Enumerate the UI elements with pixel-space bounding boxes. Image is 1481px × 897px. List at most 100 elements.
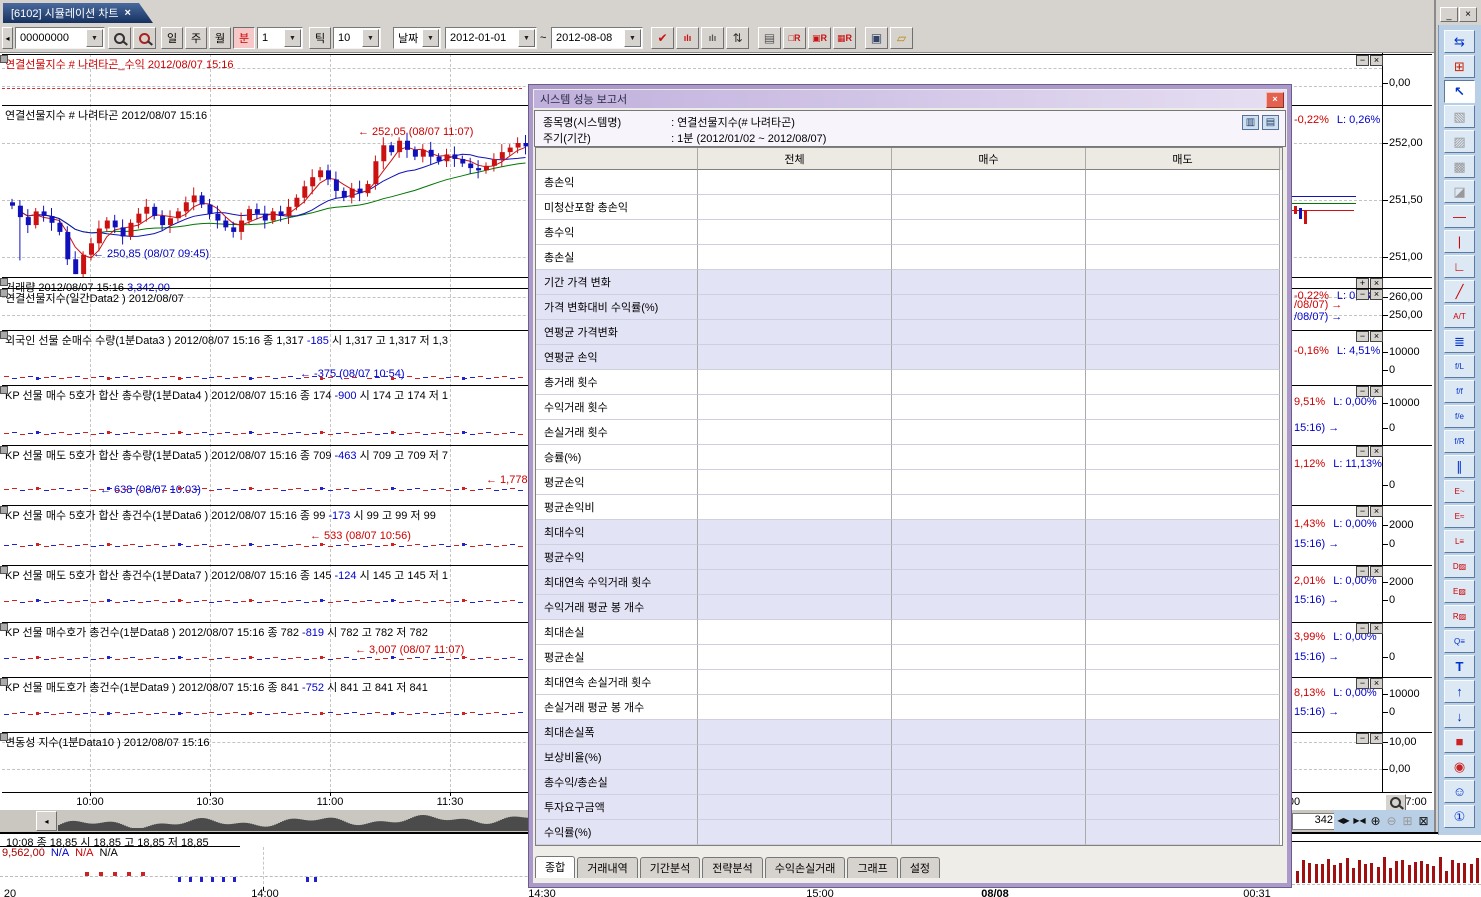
zoom-in-icon[interactable]: ⊕ (1368, 813, 1383, 828)
tab-close-icon[interactable]: × (125, 7, 131, 19)
buy5-volume-panel-resize-handle[interactable] (0, 386, 8, 394)
date-mode-combo-dropdown-icon[interactable]: ▼ (422, 29, 439, 47)
profit-panel-close-button[interactable]: × (1370, 55, 1383, 66)
elliott-wave-icon[interactable]: E~ (1444, 480, 1475, 503)
foreign-net-panel-minimize-button[interactable]: − (1356, 331, 1369, 342)
arrow-up-icon[interactable]: ↑ (1444, 680, 1475, 703)
volume-panel-resize-handle[interactable] (0, 278, 8, 286)
date-from-combo[interactable]: 2012-01-01▼ (445, 27, 537, 49)
buy5-count-panel-close-button[interactable]: × (1370, 506, 1383, 517)
hline-tool-icon[interactable]: ― (1444, 205, 1475, 228)
report-tab-종합[interactable]: 종합 (535, 856, 575, 878)
report-tab-설정[interactable]: 설정 (900, 857, 940, 878)
report-tab-그래프[interactable]: 그래프 (847, 857, 897, 878)
scroll-left-button[interactable]: ◂ (2, 27, 13, 49)
report-tab-거래내역[interactable]: 거래내역 (577, 857, 637, 878)
sell-order-count-panel-resize-handle[interactable] (0, 678, 8, 686)
minute-interval-combo[interactable]: 1▼ (257, 27, 303, 49)
search-icon[interactable] (108, 27, 131, 49)
period-day-button[interactable]: 일 (161, 27, 183, 49)
regression-icon[interactable]: L≡ (1444, 530, 1475, 553)
document-tab[interactable]: [6102] 시뮬레이션 차트 × (3, 3, 153, 23)
signal-check-icon[interactable]: ✔ (651, 27, 674, 49)
zoom-button[interactable] (1385, 794, 1406, 811)
sell5-count-panel-resize-handle[interactable] (0, 566, 8, 574)
profit-panel-minimize-button[interactable]: − (1356, 55, 1369, 66)
period-week-button[interactable]: 주 (185, 27, 207, 49)
chart-layout-icon[interactable]: ⊞ (1444, 55, 1475, 78)
buy5-volume-panel-close-button[interactable]: × (1370, 386, 1383, 397)
buy-order-count-panel-minimize-button[interactable]: − (1356, 623, 1369, 634)
copy-report-icon[interactable]: ▦R (833, 27, 856, 49)
buy5-count-panel-resize-handle[interactable] (0, 506, 8, 514)
sell5-volume-panel-resize-handle[interactable] (0, 446, 8, 454)
date-to-combo[interactable]: 2012-08-08▼ (551, 27, 643, 49)
cycle-d-icon[interactable]: D▨ (1444, 555, 1475, 578)
tick-interval-combo-dropdown-icon[interactable]: ▼ (362, 29, 379, 47)
parallel-line-icon[interactable]: ∥ (1444, 455, 1475, 478)
stop-icon[interactable]: ■ (1444, 730, 1475, 753)
vline-tool-icon[interactable]: | (1444, 230, 1475, 253)
smiley-icon[interactable]: ☺ (1444, 780, 1475, 803)
daily-index-panel-resize-handle[interactable] (0, 289, 8, 297)
navigator-preview[interactable] (58, 811, 528, 831)
minute-interval-combo-dropdown-icon[interactable]: ▼ (284, 29, 301, 47)
chart-report-icon[interactable]: ▣R (808, 27, 831, 49)
report-tab-전략분석[interactable]: 전략분석 (702, 857, 762, 878)
elliott-impulse-icon[interactable]: E≈ (1444, 505, 1475, 528)
sell-order-count-panel-close-button[interactable]: × (1370, 678, 1383, 689)
buy5-volume-panel-minimize-button[interactable]: − (1356, 386, 1369, 397)
daily-index-panel-close-button[interactable]: × (1370, 289, 1383, 300)
cycle-r-icon[interactable]: R▨ (1444, 605, 1475, 628)
daily-index-panel-minimize-button[interactable]: − (1356, 289, 1369, 300)
fibo-fan-icon[interactable]: f/f (1444, 380, 1475, 403)
trend-line-icon[interactable]: ╱ (1444, 280, 1475, 303)
volatility-panel-close-button[interactable]: × (1370, 733, 1383, 744)
text-note-icon[interactable]: A/T (1444, 305, 1475, 328)
sort-updown-icon[interactable]: ⇅ (726, 27, 749, 49)
fibo-line-icon[interactable]: f/L (1444, 355, 1475, 378)
search-reset-icon[interactable] (133, 27, 156, 49)
buy5-count-panel-minimize-button[interactable]: − (1356, 506, 1369, 517)
symbol-combo[interactable]: 00000000▼ (15, 27, 105, 49)
sell5-volume-panel-close-button[interactable]: × (1370, 446, 1383, 457)
foreign-net-panel-close-button[interactable]: × (1370, 331, 1383, 342)
date-to-combo-dropdown-icon[interactable]: ▼ (624, 29, 641, 47)
period-minute-button[interactable]: 분 (233, 27, 255, 49)
copy-icon[interactable]: ▥ (1242, 115, 1259, 130)
sell5-volume-panel-minimize-button[interactable]: − (1356, 446, 1369, 457)
print-icon[interactable]: ▤ (1262, 115, 1279, 130)
new-report-icon[interactable]: ▤ (758, 27, 781, 49)
navigator-left-button[interactable]: ◂ (36, 811, 57, 831)
angle-line-icon[interactable]: ∟ (1444, 255, 1475, 278)
period-month-button[interactable]: 월 (209, 27, 231, 49)
sell5-count-panel-minimize-button[interactable]: − (1356, 566, 1369, 577)
date-from-combo-dropdown-icon[interactable]: ▼ (518, 29, 535, 47)
fibo-ext-icon[interactable]: f/e (1444, 405, 1475, 428)
bar-chart-icon[interactable]: ılı (701, 27, 724, 49)
refresh-icon[interactable]: ⇆ (1444, 30, 1475, 53)
symbol-combo-dropdown-icon[interactable]: ▼ (86, 29, 103, 47)
tick-interval-combo[interactable]: 10▼ (333, 27, 381, 49)
dialog-titlebar[interactable]: 시스템 성능 보고서 × (534, 90, 1286, 108)
tick-button[interactable]: 틱 (309, 27, 331, 49)
zoom-in-h-icon[interactable]: ▶◀ (1352, 813, 1367, 828)
save-icon[interactable]: ▣ (865, 27, 888, 49)
open-file-icon[interactable]: ▱ (890, 27, 913, 49)
sell5-count-panel-close-button[interactable]: × (1370, 566, 1383, 577)
close-chart-icon[interactable]: ⊠ (1416, 813, 1431, 828)
volatility-panel-minimize-button[interactable]: − (1356, 733, 1369, 744)
date-mode-combo[interactable]: 날짜▼ (393, 27, 441, 49)
zoom-out-h-icon[interactable]: ◀▶ (1336, 813, 1351, 828)
sell-order-count-panel-minimize-button[interactable]: − (1356, 678, 1369, 689)
report-tab-수익손실거래[interactable]: 수익손실거래 (765, 857, 846, 878)
fibo-retrace-icon[interactable]: f/R (1444, 430, 1475, 453)
report-tab-기간분석[interactable]: 기간분석 (640, 857, 700, 878)
dialog-close-button[interactable]: × (1266, 92, 1284, 108)
profit-panel-resize-handle[interactable] (0, 55, 8, 63)
text-icon[interactable]: T (1444, 655, 1475, 678)
info-icon[interactable]: ① (1444, 805, 1475, 828)
quote-icon[interactable]: Q≡ (1444, 630, 1475, 653)
run-strategy-icon[interactable]: □R (783, 27, 806, 49)
foreign-net-panel-resize-handle[interactable] (0, 331, 8, 339)
